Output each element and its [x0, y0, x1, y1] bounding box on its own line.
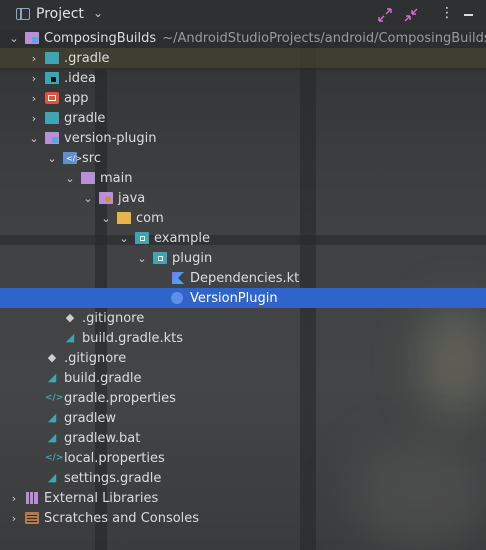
gradle-file-icon: ◢ — [47, 471, 57, 484]
tree-row-dependencies-kt[interactable]: › Dependencies.kt — [0, 268, 486, 288]
chevron-down-icon[interactable]: ⌄ — [29, 132, 39, 145]
tree-row-java[interactable]: ⌄ java — [0, 188, 486, 208]
properties-file-icon: </> — [45, 453, 64, 463]
tree-row-label: .gradle — [64, 50, 110, 66]
chevron-right-icon[interactable]: › — [29, 92, 39, 105]
chevron-down-icon[interactable]: ⌄ — [65, 172, 75, 185]
chevron-down-icon[interactable]: ⌄ — [47, 152, 57, 165]
libraries-icon — [25, 492, 39, 504]
tree-row-label: ComposingBuilds — [44, 30, 157, 46]
tree-row-version-plugin[interactable]: ⌄ version-plugin — [0, 128, 486, 148]
tree-row-label: .gitignore — [82, 310, 145, 326]
tree-row-label: Scratches and Consoles — [44, 510, 200, 526]
tree-row-idea[interactable]: › .idea — [0, 68, 486, 88]
tree-row-external-libraries[interactable]: › External Libraries — [0, 488, 486, 508]
tool-window-title[interactable]: Project — [36, 6, 84, 22]
tree-row-label: VersionPlugin — [190, 290, 278, 306]
tree-row-label: gradle.properties — [64, 390, 176, 406]
tree-row-build-gradle[interactable]: › ◢ build.gradle — [0, 368, 486, 388]
project-icon — [16, 8, 30, 20]
tree-row-plugin[interactable]: ⌄ plugin — [0, 248, 486, 268]
git-ignore-icon: ◆ — [47, 351, 57, 364]
tree-row-gitignore[interactable]: › ◆ .gitignore — [0, 308, 486, 328]
tree-row-label: java — [118, 190, 146, 206]
git-ignore-icon: ◆ — [65, 311, 75, 324]
tree-row-label: .gitignore — [64, 350, 127, 366]
tree-row-example[interactable]: ⌄ example — [0, 228, 486, 248]
properties-file-icon: </> — [45, 393, 64, 403]
package-folder-icon — [135, 232, 149, 244]
gradle-file-icon: ◢ — [47, 371, 57, 384]
chevron-down-icon[interactable]: ⌄ — [137, 252, 147, 265]
collapse-all-icon[interactable] — [404, 8, 418, 22]
chevron-down-icon[interactable]: ⌄ — [101, 212, 111, 225]
tree-row-label: plugin — [172, 250, 213, 266]
project-path: ~/AndroidStudioProjects/android/Composin… — [162, 30, 486, 46]
chevron-down-icon[interactable]: ⌄ — [83, 192, 93, 205]
tree-row-settings-gradle[interactable]: › ◢ settings.gradle — [0, 468, 486, 488]
tree-row-label: gradlew.bat — [64, 430, 141, 446]
scratches-icon — [25, 512, 39, 524]
more-options-icon[interactable]: ⋮ — [440, 5, 454, 21]
tree-row-local-properties[interactable]: › </> local.properties — [0, 448, 486, 468]
project-tree: ⌄ ComposingBuilds ~/AndroidStudioProject… — [0, 28, 486, 528]
tree-row-version-plugin-class[interactable]: › VersionPlugin — [0, 288, 486, 308]
tree-row-label: External Libraries — [44, 490, 159, 506]
tree-row-label: local.properties — [64, 450, 165, 466]
tree-row-gradle-properties[interactable]: › </> gradle.properties — [0, 388, 486, 408]
source-folder-icon: </> — [63, 152, 82, 164]
chevron-right-icon[interactable]: › — [9, 492, 19, 505]
tree-row-label: build.gradle.kts — [82, 330, 184, 346]
tree-row-gitignore-root[interactable]: › ◆ .gitignore — [0, 348, 486, 368]
tree-row-gradlew[interactable]: › ◢ gradlew — [0, 408, 486, 428]
module-folder-icon — [45, 132, 59, 144]
chevron-right-icon[interactable]: › — [29, 52, 39, 65]
kotlin-file-icon — [172, 272, 184, 284]
tree-row-main[interactable]: ⌄ main — [0, 168, 486, 188]
gradle-file-icon: ◢ — [47, 431, 57, 444]
chevron-down-icon[interactable]: ⌄ — [93, 6, 103, 20]
tree-row-label: com — [136, 210, 164, 226]
tree-row-label: gradlew — [64, 410, 117, 426]
gradle-folder-icon — [45, 52, 59, 64]
app-module-icon — [45, 92, 59, 104]
tree-row-build-gradle-kts[interactable]: › ◢ build.gradle.kts — [0, 328, 486, 348]
chevron-right-icon[interactable]: › — [29, 112, 39, 125]
idea-folder-icon — [45, 72, 59, 84]
tree-row-label: gradle — [64, 110, 106, 126]
gradle-folder-icon — [45, 112, 59, 124]
tree-row-label: example — [154, 230, 210, 246]
project-toolbar: Project ⌄ ⋮ — [0, 0, 486, 30]
tree-row-app[interactable]: › app — [0, 88, 486, 108]
expand-all-icon[interactable] — [378, 8, 392, 22]
tree-row-label: .idea — [64, 70, 96, 86]
gradle-file-icon: ◢ — [47, 411, 57, 424]
module-folder-icon — [25, 32, 39, 44]
package-folder-icon — [153, 252, 167, 264]
tree-row-label: version-plugin — [64, 130, 157, 146]
java-source-folder-icon — [99, 192, 113, 204]
tree-row-label: app — [64, 90, 89, 106]
tree-row-label: build.gradle — [64, 370, 142, 386]
chevron-right-icon[interactable]: › — [29, 72, 39, 85]
tree-row-label: settings.gradle — [64, 470, 162, 486]
tree-row-label: main — [100, 170, 133, 186]
kotlin-class-icon — [171, 292, 183, 304]
tree-row-composingbuilds[interactable]: ⌄ ComposingBuilds ~/AndroidStudioProject… — [0, 28, 486, 48]
chevron-right-icon[interactable]: › — [9, 512, 19, 525]
gradle-file-icon: ◢ — [65, 331, 75, 344]
tree-row-scratches[interactable]: › Scratches and Consoles — [0, 508, 486, 528]
tree-row-src[interactable]: ⌄ </> src — [0, 148, 486, 168]
folder-icon — [81, 172, 95, 184]
tree-row-gradlew-bat[interactable]: › ◢ gradlew.bat — [0, 428, 486, 448]
tree-row-dot-gradle[interactable]: › .gradle — [0, 48, 486, 68]
chevron-down-icon[interactable]: ⌄ — [119, 232, 129, 245]
chevron-down-icon[interactable]: ⌄ — [9, 32, 19, 45]
tree-row-label: src — [82, 150, 101, 166]
tree-row-gradle[interactable]: › gradle — [0, 108, 486, 128]
minimize-icon[interactable] — [464, 14, 473, 16]
tree-row-label: Dependencies.kt — [190, 270, 300, 286]
package-folder-icon — [117, 212, 131, 224]
tree-row-com[interactable]: ⌄ com — [0, 208, 486, 228]
